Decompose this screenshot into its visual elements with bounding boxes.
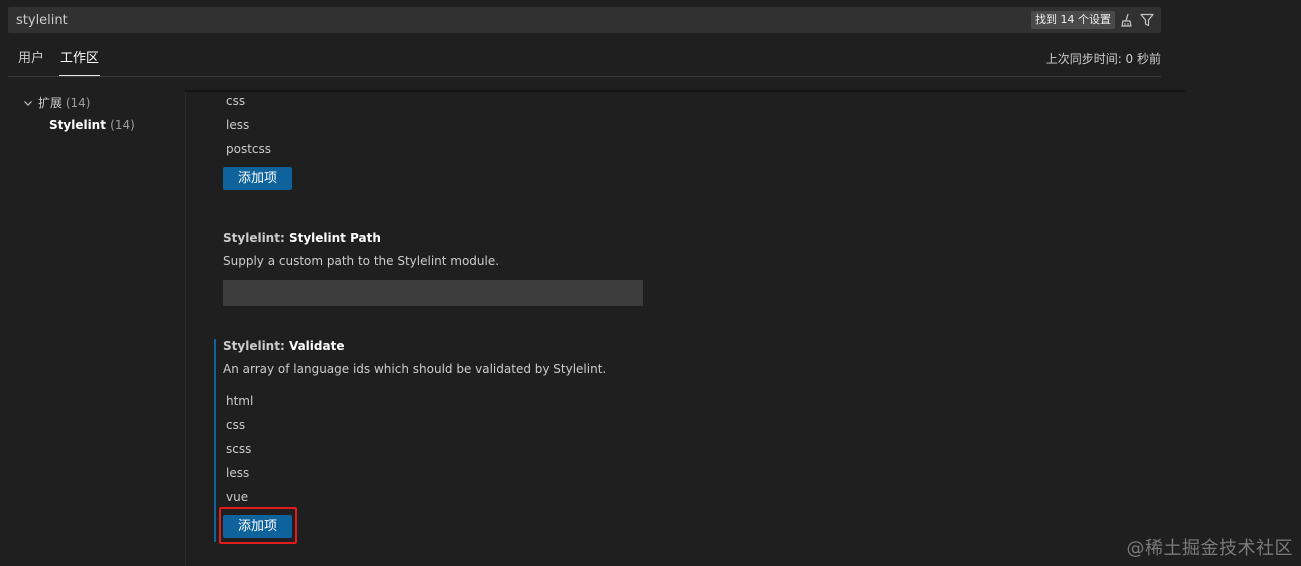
setting-category: Stylelint: — [223, 231, 289, 245]
setting-category: Stylelint: — [223, 339, 289, 353]
list-item[interactable]: css — [226, 414, 245, 436]
filter-icon — [1140, 13, 1154, 27]
search-input[interactable] — [8, 7, 908, 33]
setting-title: Stylelint: Stylelint Path — [223, 229, 381, 247]
watermark: @稀土掘金技术社区 — [1126, 538, 1293, 559]
toc-item-name: Stylelint — [49, 118, 106, 132]
setting-title: Stylelint: Validate — [223, 337, 344, 355]
toc-item-label: Stylelint (14) — [49, 114, 135, 136]
focus-indicator — [214, 339, 216, 542]
setting-name: Validate — [288, 339, 345, 353]
toc-group-label: 扩展 (14) — [38, 92, 90, 114]
list-item[interactable]: vue — [226, 486, 248, 508]
toc-item-stylelint[interactable]: Stylelint (14) — [20, 114, 180, 136]
list-item[interactable]: less — [226, 114, 249, 136]
sync-status: 上次同步时间: 0 秒前 — [1045, 52, 1161, 66]
tab-workspace[interactable]: 工作区 — [59, 46, 101, 76]
add-item-button[interactable]: 添加项 — [223, 167, 292, 190]
search-result-count: 找到 14 个设置 — [1031, 11, 1115, 29]
list-item[interactable]: css — [226, 90, 245, 112]
filter-button[interactable] — [1139, 12, 1155, 28]
clear-all-icon — [1121, 13, 1132, 27]
list-item[interactable]: less — [226, 462, 249, 484]
setting-description: An array of language ids which should be… — [223, 362, 607, 376]
toc-group-extensions[interactable]: 扩展 (14) — [20, 92, 180, 114]
settings-toc: 扩展 (14) Stylelint (14) — [20, 92, 180, 136]
annotation-highlight — [219, 507, 297, 544]
list-item[interactable]: scss — [226, 438, 251, 460]
settings-target-tabs: 用户 工作区 上次同步时间: 0 秒前 — [8, 46, 1161, 77]
toc-group-name: 扩展 — [38, 96, 63, 110]
clear-search-button[interactable] — [1119, 12, 1135, 28]
tab-user[interactable]: 用户 — [17, 46, 45, 75]
chevron-down-icon — [22, 92, 34, 114]
toc-item-count: (14) — [110, 118, 135, 132]
list-item[interactable]: postcss — [226, 138, 271, 160]
settings-list: css less postcss 添加项 Stylelint: Stylelin… — [185, 92, 1186, 566]
search-bar: 找到 14 个设置 — [8, 7, 1161, 33]
setting-name: Stylelint Path — [288, 231, 381, 245]
stylelint-path-input[interactable] — [223, 280, 643, 306]
toc-group-count: (14) — [65, 96, 91, 110]
setting-description: Supply a custom path to the Stylelint mo… — [223, 254, 500, 268]
list-item[interactable]: html — [226, 390, 253, 412]
